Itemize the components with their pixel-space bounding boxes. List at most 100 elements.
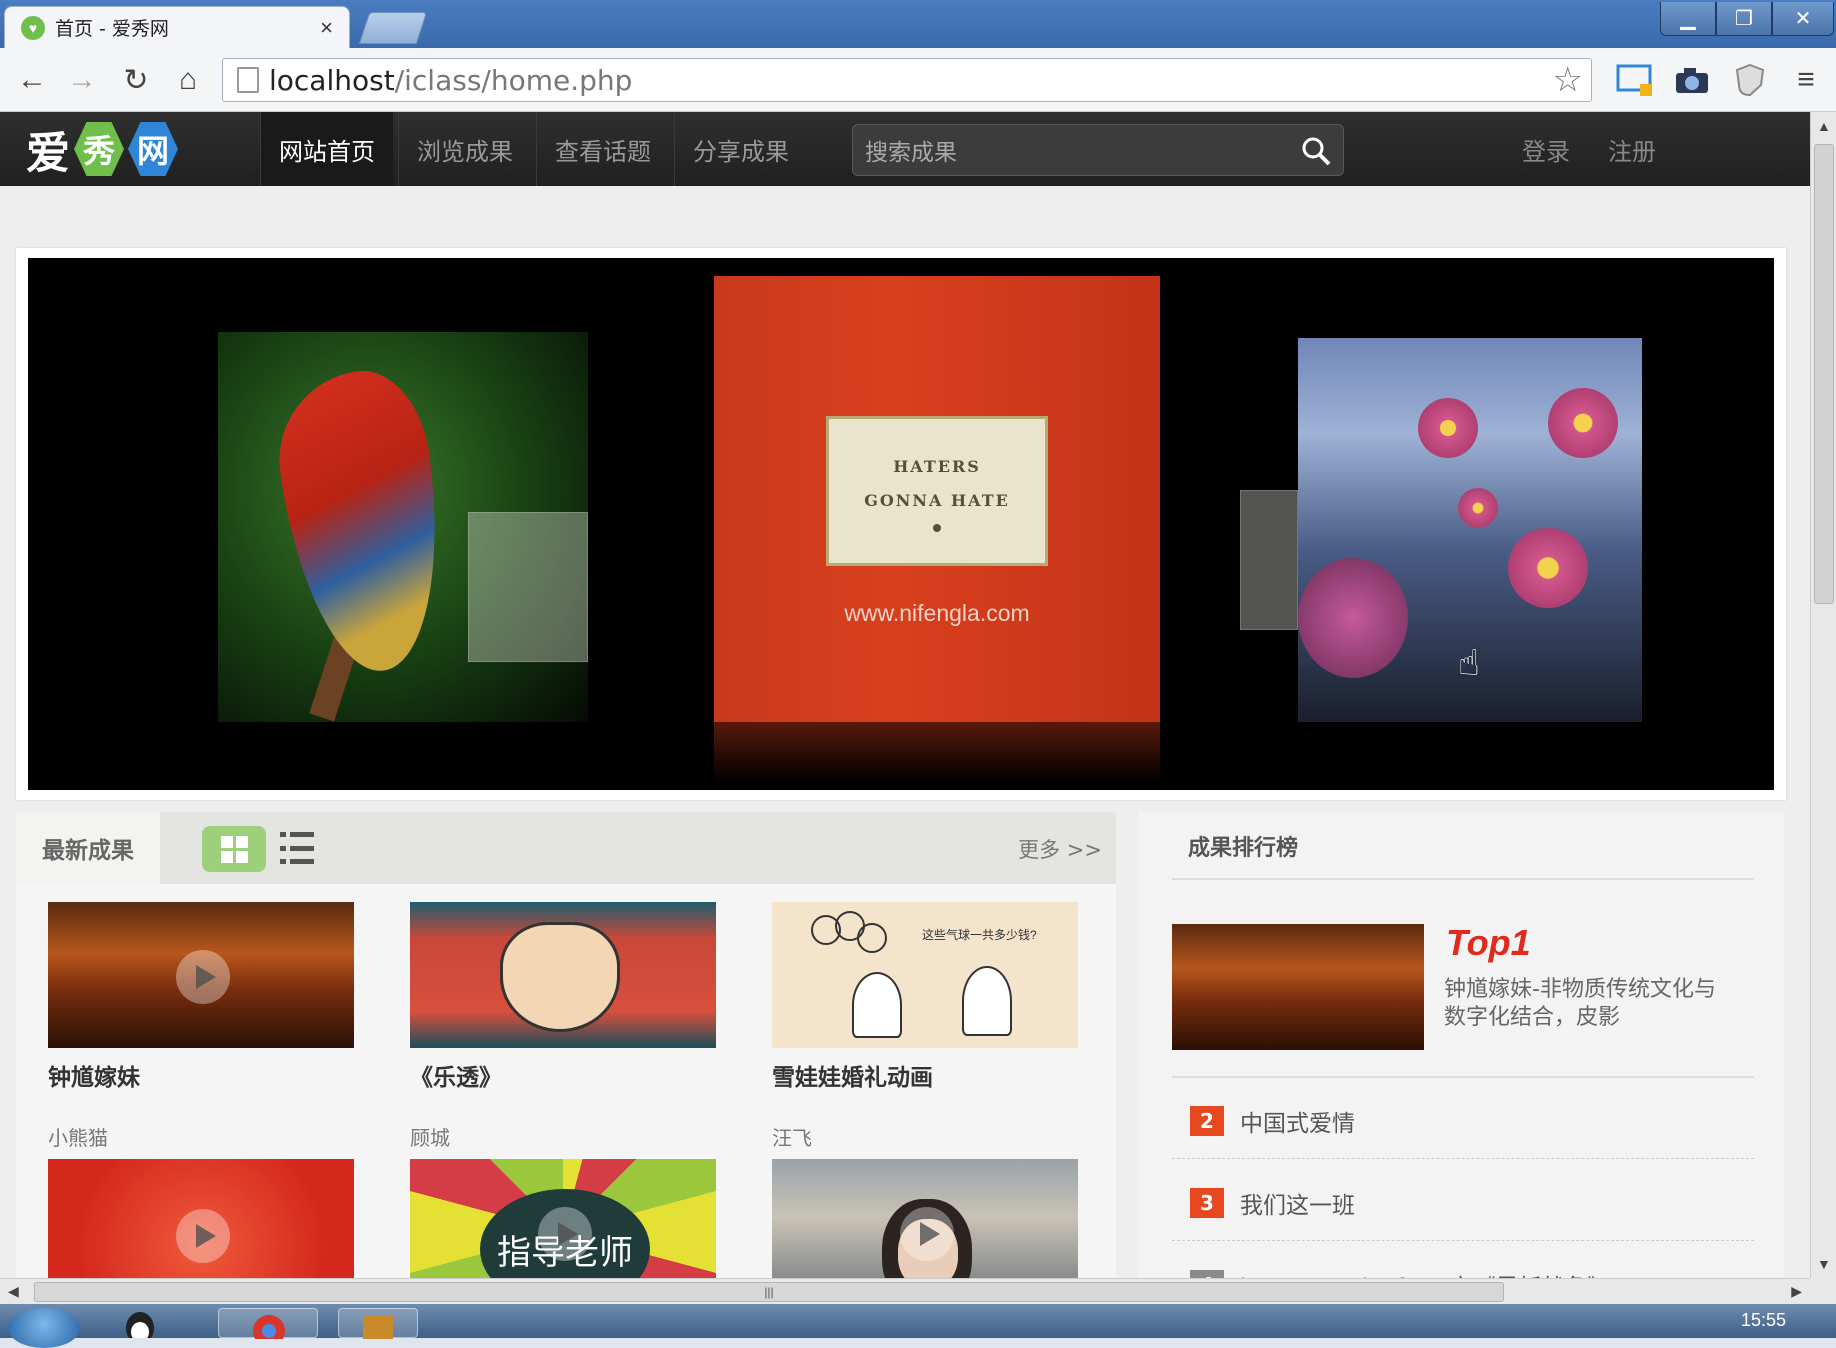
horizontal-scrollbar[interactable]: ◀ ||| ▶ (0, 1278, 1810, 1304)
logo-char-xiu: 秀 (74, 122, 124, 176)
reload-icon[interactable]: ↻ (116, 60, 156, 100)
work-card[interactable]: 这些气球一共多少钱? 雪娃娃婚礼动画 (772, 902, 1078, 1092)
app-taskbar-button[interactable] (338, 1308, 418, 1339)
slide-haters[interactable]: HATERS GONNA HATE www.nifengla.com (714, 276, 1160, 782)
menu-icon[interactable]: ≡ (1786, 60, 1826, 100)
work-author[interactable]: 汪飞 (772, 1122, 1078, 1151)
slide-label-line2: GONNA HATE (864, 491, 1010, 510)
work-thumbnail[interactable] (772, 1159, 1078, 1278)
thumb-caption: 这些气球一共多少钱? (922, 928, 1037, 942)
slide-label: HATERS GONNA HATE (826, 416, 1048, 566)
work-thumbnail[interactable] (410, 902, 716, 1048)
qq-taskbar-icon[interactable] (120, 1308, 180, 1344)
work-card[interactable]: 《乐透》 (410, 902, 716, 1092)
work-title[interactable]: 雪娃娃婚礼动画 (772, 1058, 1078, 1092)
browser-window: ♥ 首页 - 爱秀网 × ▁ ❐ ✕ ← → ↻ ⌂ localhost/icl… (0, 0, 1836, 1348)
slide-label-line1: HATERS (893, 457, 981, 476)
url-path: /iclass/home.php (394, 63, 633, 97)
nav-share[interactable]: 分享成果 (674, 112, 807, 186)
top1-badge: Top1 (1446, 922, 1531, 963)
site-logo[interactable]: 爱 秀 网 (26, 120, 178, 179)
work-card[interactable]: 钟馗嫁妹 (48, 902, 354, 1092)
work-title[interactable]: 钟馗嫁妹 (48, 1058, 354, 1092)
scroll-down-arrow-icon[interactable]: ▼ (1817, 1256, 1831, 1272)
home-icon[interactable]: ⌂ (168, 60, 208, 100)
url-host: localhost (269, 63, 395, 97)
top1-description[interactable]: 钟馗嫁妹-非物质传统文化与数字化结合，皮影 (1444, 976, 1724, 1032)
work-card[interactable]: 小熊猫 (48, 1122, 354, 1278)
address-bar[interactable]: localhost/iclass/home.php ☆ (222, 58, 1592, 102)
tab-title: 首页 - 爱秀网 (55, 18, 169, 40)
slide-url-text: www.nifengla.com (844, 600, 1030, 626)
ranking-section: 成果排行榜 Top1 钟馗嫁妹-非物质传统文化与数字化结合，皮影 2 中国式爱情… (1138, 812, 1784, 1278)
tab-strip: ♥ 首页 - 爱秀网 × ▁ ❐ ✕ (0, 0, 1836, 48)
work-thumbnail[interactable]: 指导老师 (410, 1159, 716, 1278)
logo-char-wang: 网 (128, 122, 178, 176)
restore-button[interactable]: ❐ (1716, 2, 1772, 36)
more-link[interactable]: 更多 >> (1018, 834, 1102, 864)
banner-carousel[interactable]: HATERS GONNA HATE www.nifengla.com ☝ (16, 248, 1786, 800)
scroll-up-arrow-icon[interactable]: ▲ (1817, 118, 1831, 134)
top1-thumbnail[interactable] (1172, 924, 1424, 1050)
back-arrow-icon[interactable]: ← (12, 60, 52, 100)
work-thumbnail[interactable] (48, 902, 354, 1048)
vertical-scrollbar[interactable]: ▲ ▼ (1810, 112, 1836, 1278)
work-author[interactable]: 顾城 (410, 1122, 716, 1151)
register-link[interactable]: 注册 (1608, 132, 1656, 167)
list-view-icon[interactable] (280, 832, 314, 864)
chrome-taskbar-button[interactable] (218, 1308, 318, 1347)
play-icon[interactable] (176, 950, 230, 1004)
nav-topics[interactable]: 查看话题 (536, 112, 669, 186)
work-author[interactable]: 小熊猫 (48, 1122, 354, 1151)
shield-extension-icon[interactable] (1730, 60, 1770, 100)
horizontal-scroll-thumb[interactable]: ||| (34, 1282, 1504, 1302)
browser-tab[interactable]: ♥ 首页 - 爱秀网 × (4, 6, 350, 48)
minimize-button[interactable]: ▁ (1660, 2, 1716, 36)
rank-item[interactable]: 4 how to make fun--之《黑板战争》 (1190, 1268, 1610, 1278)
vertical-scroll-thumb[interactable] (1814, 144, 1834, 604)
scroll-right-arrow-icon[interactable]: ▶ (1791, 1283, 1802, 1300)
scroll-left-arrow-icon[interactable]: ◀ (8, 1283, 19, 1300)
carousel-stage: HATERS GONNA HATE www.nifengla.com ☝ (28, 258, 1774, 790)
ranking-title: 成果排行榜 (1188, 836, 1299, 861)
camera-extension-icon[interactable] (1672, 60, 1712, 100)
bookmark-star-icon[interactable]: ☆ (1553, 60, 1583, 100)
forward-arrow-icon[interactable]: → (62, 60, 102, 100)
rank-number: 4 (1190, 1270, 1224, 1278)
page-viewport: 爱 秀 网 网站首页 浏览成果 查看话题 分享成果 搜索成果 登录 注册 HAT… (0, 112, 1810, 1278)
work-thumbnail[interactable]: 这些气球一共多少钱? (772, 902, 1078, 1048)
work-card[interactable]: 顾城 指导老师 (410, 1122, 716, 1278)
nav-home[interactable]: 网站首页 (260, 112, 393, 186)
work-thumbnail[interactable] (48, 1159, 354, 1278)
rank-item[interactable]: 2 中国式爱情 (1190, 1104, 1355, 1138)
new-tab-button[interactable] (358, 12, 428, 44)
tab-close-icon[interactable]: × (320, 15, 333, 41)
nav-browse[interactable]: 浏览成果 (398, 112, 531, 186)
search-input[interactable]: 搜索成果 (852, 124, 1344, 176)
latest-header: 最新成果 更多 >> (16, 812, 1116, 884)
browser-toolbar: ← → ↻ ⌂ localhost/iclass/home.php ☆ ≡ (0, 48, 1836, 112)
play-icon[interactable] (538, 1207, 592, 1261)
play-icon[interactable] (176, 1209, 230, 1263)
hand-cursor-icon: ☝ (1458, 642, 1480, 683)
work-card[interactable]: 汪飞 (772, 1122, 1078, 1278)
logo-char-ai: 爱 (26, 128, 70, 179)
slide-parrot[interactable] (218, 332, 588, 722)
site-favicon-icon: ♥ (21, 15, 45, 40)
site-navbar: 爱 秀 网 网站首页 浏览成果 查看话题 分享成果 搜索成果 登录 注册 (0, 112, 1810, 186)
taskbar-clock: 15:55 (1740, 1310, 1786, 1330)
latest-title: 最新成果 (16, 812, 160, 884)
grid-view-icon[interactable] (202, 826, 266, 872)
search-icon[interactable] (1299, 134, 1333, 168)
rank-title: 我们这一班 (1240, 1193, 1355, 1219)
start-button[interactable] (8, 1308, 80, 1348)
screenshot-extension-icon[interactable] (1616, 60, 1656, 100)
close-window-button[interactable]: ✕ (1772, 2, 1834, 36)
play-icon[interactable] (900, 1207, 954, 1261)
login-link[interactable]: 登录 (1522, 132, 1570, 167)
rank-item[interactable]: 3 我们这一班 (1190, 1186, 1355, 1220)
latest-works-section: 最新成果 更多 >> 钟馗嫁妹 《乐透》 这些气球一共多少钱? 雪娃娃婚礼动画 … (16, 812, 1116, 1278)
work-title[interactable]: 《乐透》 (410, 1058, 716, 1092)
rank-number: 3 (1190, 1188, 1224, 1218)
rank-title: 中国式爱情 (1240, 1111, 1355, 1137)
